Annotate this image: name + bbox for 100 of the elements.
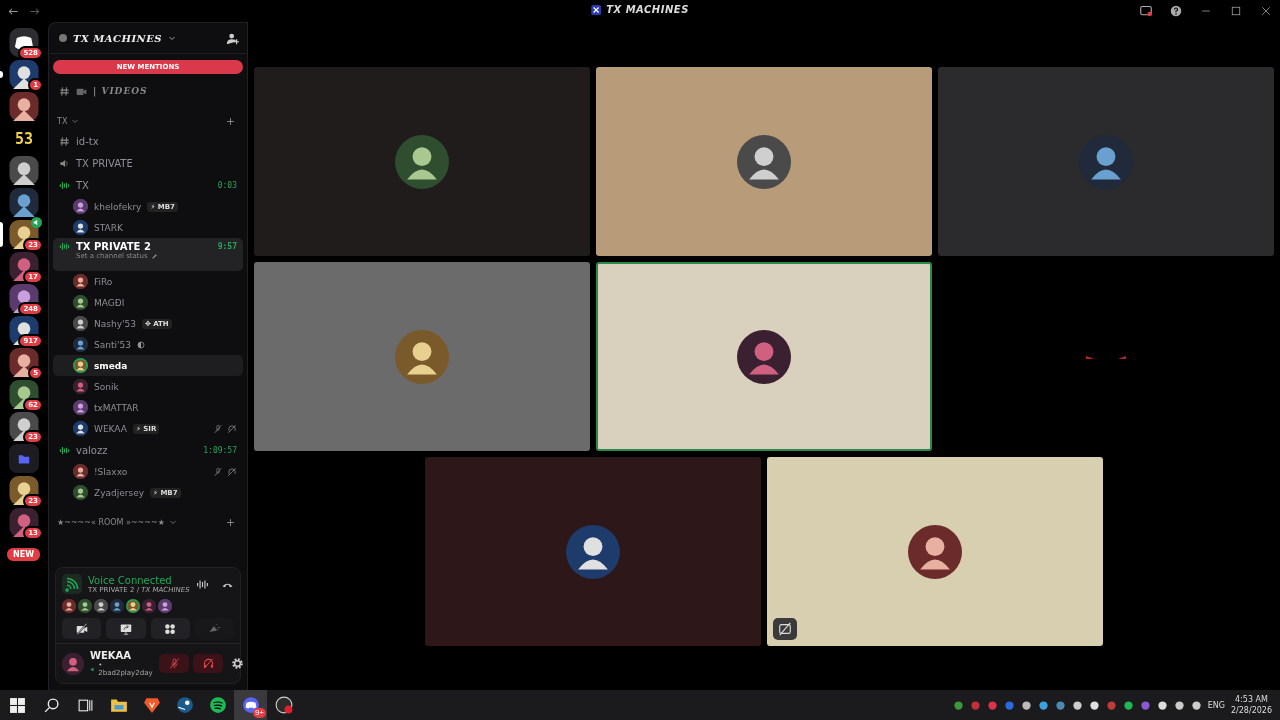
- back-arrow-icon[interactable]: [8, 5, 19, 17]
- server-icon[interactable]: [9, 412, 39, 441]
- voice-user[interactable]: txMATTAR: [53, 397, 243, 418]
- voice-user[interactable]: Santi'53: [53, 334, 243, 355]
- tray-icon[interactable]: [1122, 699, 1134, 711]
- windows-start-icon[interactable]: [8, 696, 26, 714]
- brave-icon: [142, 696, 161, 714]
- headphones-muted-icon: [227, 423, 237, 434]
- category-name[interactable]: ★~~~~« ROOM »~~~~★: [57, 517, 165, 527]
- language-indicator[interactable]: ENG: [1207, 700, 1225, 710]
- notification-badge: 9+: [252, 708, 266, 718]
- video-tile[interactable]: [254, 262, 590, 451]
- maximize-icon[interactable]: [1230, 5, 1242, 17]
- tray-icon[interactable]: [1156, 699, 1168, 711]
- server-icon[interactable]: [9, 508, 39, 537]
- image-off-icon[interactable]: [773, 618, 797, 640]
- taskbar-app[interactable]: 9+: [234, 690, 267, 720]
- call-duration: 0:03: [217, 180, 237, 190]
- voice-user[interactable]: !Slaxxo: [53, 461, 243, 482]
- pencil-icon: [150, 252, 158, 260]
- tray-icon[interactable]: [1190, 699, 1202, 711]
- server-icon[interactable]: [9, 476, 39, 505]
- new-servers-pill[interactable]: NEW: [5, 546, 42, 563]
- add-member-icon[interactable]: [226, 31, 239, 45]
- voice-user[interactable]: Sonik: [53, 376, 243, 397]
- call-duration: 1:09:57: [203, 445, 237, 455]
- channel-item[interactable]: TX 0:03: [53, 174, 243, 196]
- server-logo-icon: [591, 4, 602, 15]
- voice-user[interactable]: FiRo: [53, 271, 243, 292]
- tray-icon[interactable]: [1173, 699, 1185, 711]
- server-logo[interactable]: 53: [9, 124, 39, 153]
- obs-icon: [274, 696, 293, 714]
- headphones-button[interactable]: [193, 654, 224, 673]
- help-icon[interactable]: [1170, 5, 1182, 17]
- camera-off-button[interactable]: [62, 618, 102, 639]
- avatar: [737, 134, 791, 189]
- activities-button[interactable]: [150, 618, 190, 639]
- video-tile[interactable]: [425, 457, 761, 646]
- screen-share-icon: [119, 622, 132, 635]
- headphones-muted-icon: [227, 466, 237, 477]
- server-icon[interactable]: [9, 380, 39, 409]
- avatar: [566, 524, 620, 579]
- channel-name: TX: [76, 179, 89, 191]
- screen-share-button[interactable]: [106, 618, 146, 639]
- avatar: [395, 329, 449, 384]
- username: Sonik: [94, 381, 119, 392]
- inbox-icon[interactable]: [1140, 5, 1152, 17]
- server-folder[interactable]: [9, 444, 39, 473]
- category-name[interactable]: TX: [57, 116, 68, 126]
- forward-arrow-icon[interactable]: [29, 5, 40, 17]
- close-icon[interactable]: [1260, 5, 1272, 17]
- server-icon[interactable]: [9, 348, 39, 377]
- video-tile[interactable]: [254, 67, 590, 256]
- video-tile[interactable]: [596, 67, 932, 256]
- server-icon[interactable]: [9, 60, 39, 89]
- server-icon[interactable]: [9, 188, 39, 217]
- call-duration: 9:57: [217, 242, 237, 251]
- channel-name: TX PRIVATE 2: [76, 241, 151, 252]
- video-tile[interactable]: [767, 457, 1103, 646]
- username: khelofekry: [94, 201, 142, 212]
- channel-name: valozz: [76, 444, 108, 456]
- server-name[interactable]: TX MACHINES: [73, 32, 163, 44]
- settings-icon[interactable]: [231, 657, 245, 670]
- voice-user[interactable]: MAGĐI: [53, 292, 243, 313]
- explorer-icon: [109, 696, 128, 714]
- server-icon[interactable]: [9, 156, 39, 185]
- microphone-button[interactable]: [159, 654, 190, 673]
- tray-icon[interactable]: [1071, 699, 1083, 711]
- clock[interactable]: 4:53 AM 2/28/2026: [1230, 694, 1272, 716]
- channel-item[interactable]: TX PRIVATE: [53, 152, 243, 174]
- channel-item[interactable]: valozz 1:09:57: [53, 439, 243, 461]
- plus-icon[interactable]: [226, 517, 235, 527]
- username: WEKAA: [94, 423, 127, 434]
- plus-icon[interactable]: [226, 116, 235, 126]
- avatar: [62, 652, 84, 675]
- voice-activity-icon: [59, 444, 70, 456]
- username: txMATTAR: [94, 402, 139, 413]
- avatar: [1079, 134, 1133, 189]
- avatar: [395, 134, 449, 189]
- soundwave-icon[interactable]: [196, 577, 209, 591]
- mic-muted-icon: [168, 658, 180, 669]
- username: Nashy'53: [94, 318, 136, 329]
- tray-icon[interactable]: [1088, 699, 1100, 711]
- video-tile[interactable]: [596, 262, 932, 451]
- camera-off-icon: [75, 622, 88, 635]
- tray-icon[interactable]: [1037, 699, 1049, 711]
- server-icon[interactable]: [9, 92, 39, 121]
- channel-item[interactable]: | VIDEOS: [53, 80, 243, 102]
- voice-user[interactable]: smeda: [53, 355, 243, 376]
- tray-icon[interactable]: [1020, 699, 1032, 711]
- search-icon[interactable]: [42, 696, 60, 714]
- channel-item[interactable]: id-tx: [53, 130, 243, 152]
- grid-icon: [164, 622, 177, 635]
- username: WEKAA: [90, 650, 133, 661]
- video-tile[interactable]: [938, 67, 1274, 256]
- chevron-down-icon[interactable]: [168, 34, 177, 42]
- voice-user[interactable]: STARK: [53, 217, 243, 238]
- username: Zyadjersey: [94, 487, 144, 498]
- server-icon[interactable]: [9, 252, 39, 281]
- username: smeda: [94, 360, 128, 371]
